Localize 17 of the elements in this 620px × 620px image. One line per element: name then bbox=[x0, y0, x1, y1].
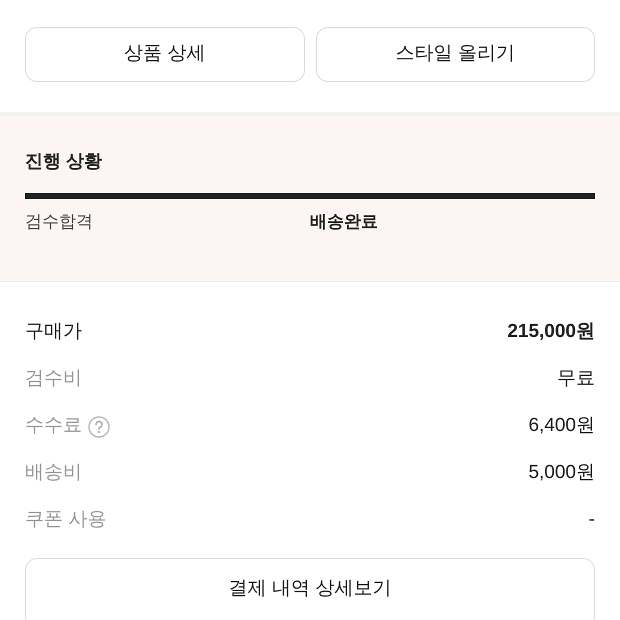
section-title: 진행 상황 bbox=[25, 150, 104, 173]
progress-step: 검수합격 bbox=[25, 212, 93, 231]
price-value: 6,400원 bbox=[528, 414, 595, 438]
price-label: 수수료 bbox=[25, 414, 82, 438]
price-label: 검수비 bbox=[25, 367, 82, 392]
style-upload-button[interactable]: 스타일 올리기 bbox=[316, 27, 595, 82]
price-value: - bbox=[588, 508, 595, 532]
price-label: 쿠폰 사용 bbox=[25, 508, 106, 532]
help-icon[interactable] bbox=[88, 416, 110, 438]
price-value: 215,000원 bbox=[507, 320, 595, 344]
price-label: 배송비 bbox=[25, 461, 82, 486]
product-detail-button[interactable]: 상품 상세 bbox=[25, 27, 304, 82]
payment-detail-button[interactable]: 결제 내역 상세보기 bbox=[25, 558, 595, 620]
price-label: 구매가 bbox=[25, 320, 82, 344]
progress-step: 배송완료 bbox=[310, 212, 378, 231]
price-value: 무료 bbox=[557, 367, 595, 392]
price-value: 5,000원 bbox=[528, 461, 595, 486]
